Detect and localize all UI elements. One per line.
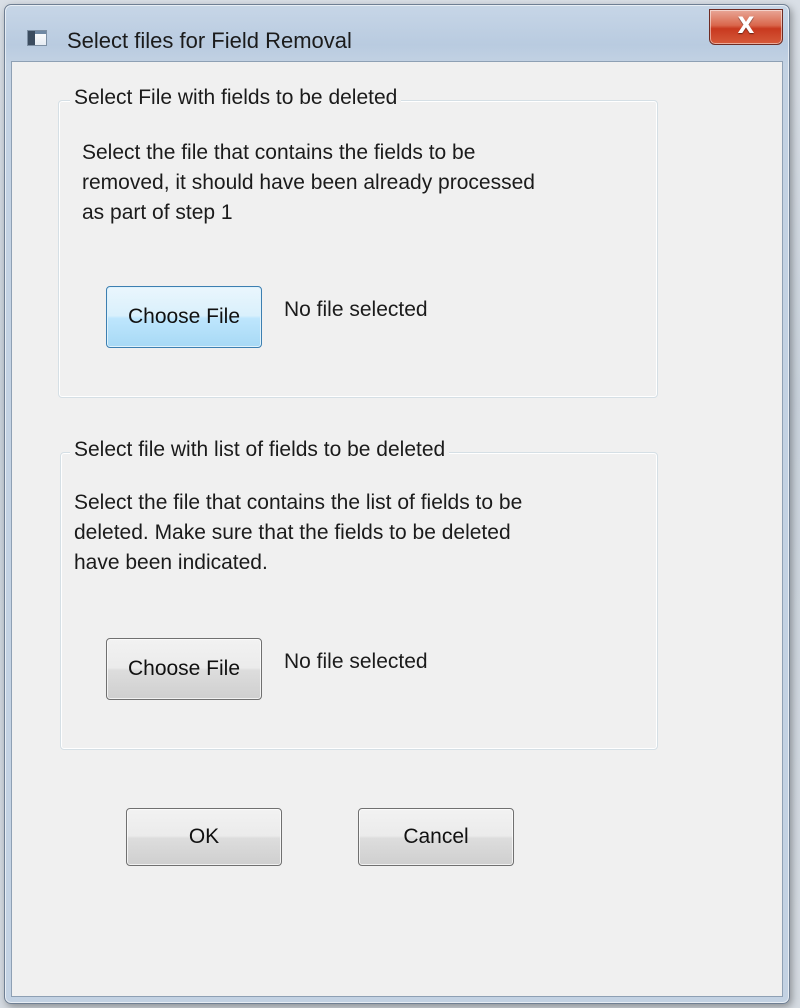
fields-file-status: No file selected: [284, 298, 428, 321]
dialog-window: Select files for Field Removal X Select …: [4, 4, 790, 1004]
close-button[interactable]: X: [709, 9, 783, 45]
ok-button[interactable]: OK: [126, 808, 282, 866]
window-app-icon: [27, 30, 47, 46]
description-line: deleted. Make sure that the fields to be…: [74, 521, 511, 544]
description-line: have been indicated.: [74, 551, 268, 574]
description-line: Select the file that contains the list o…: [74, 491, 523, 514]
title-bar[interactable]: Select files for Field Removal X: [5, 5, 789, 61]
close-icon: X: [737, 14, 755, 39]
field-list-file-status: No file selected: [284, 650, 428, 673]
group-fields-file-description: Select the file that contains the fields…: [82, 138, 642, 228]
description-line: removed, it should have been already pro…: [82, 171, 535, 194]
choose-fields-file-button[interactable]: Choose File: [106, 286, 262, 348]
window-title: Select files for Field Removal: [67, 28, 352, 53]
group-field-list-file-description: Select the file that contains the list o…: [74, 488, 644, 578]
group-field-list-file-legend: Select file with list of fields to be de…: [70, 438, 450, 462]
description-line: as part of step 1: [82, 201, 233, 224]
description-line: Select the file that contains the fields…: [82, 141, 476, 164]
group-fields-file-legend: Select File with fields to be deleted: [70, 86, 402, 110]
dialog-content: Select File with fields to be deleted Se…: [11, 61, 783, 997]
choose-field-list-file-button[interactable]: Choose File: [106, 638, 262, 700]
cancel-button[interactable]: Cancel: [358, 808, 514, 866]
